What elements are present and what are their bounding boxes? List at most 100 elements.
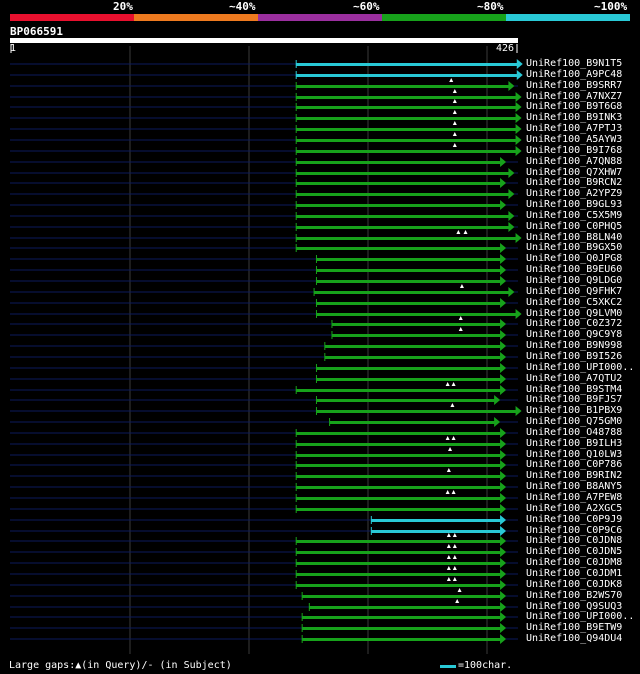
hit-label[interactable]: UniRef100_C5X5M9 <box>526 210 622 221</box>
hit-bar <box>309 606 502 609</box>
hit-label[interactable]: UniRef100_Q9FHK7 <box>526 286 622 297</box>
hit-label[interactable]: UniRef100_C0JDN5 <box>526 546 622 557</box>
hit-label[interactable]: UniRef100_B9EU60 <box>526 264 622 275</box>
query-gap-marker-icon <box>452 143 457 147</box>
hit-arrow-icon <box>508 168 515 178</box>
hit-label[interactable]: UniRef100_C0P9J9 <box>526 514 622 525</box>
hit-label[interactable]: UniRef100_B9SRR7 <box>526 80 622 91</box>
hit-label[interactable]: UniRef100_C0JDK8 <box>526 579 622 590</box>
hit-arrow-icon <box>500 178 507 188</box>
hit-arrow-icon <box>516 70 523 80</box>
hit-label[interactable]: UniRef100_A5AYW3 <box>526 134 622 145</box>
query-gap-marker-icon <box>455 599 460 603</box>
hit-arrow-icon <box>515 102 522 112</box>
hit-bar <box>302 595 502 598</box>
hit-bar <box>331 334 502 337</box>
hit-bar <box>316 367 502 370</box>
hit-arrow-icon <box>508 81 515 91</box>
query-gap-marker-icon <box>457 588 462 592</box>
hit-label[interactable]: UniRef100_B9I526 <box>526 351 622 362</box>
query-gap-marker-icon <box>452 544 457 548</box>
hit-label[interactable]: UniRef100_B1PBX9 <box>526 405 622 416</box>
scale-swatch <box>440 665 456 668</box>
hit-label[interactable]: UniRef100_Q94DU4 <box>526 633 622 644</box>
query-gap-marker-icon <box>456 230 461 234</box>
hit-arrow-icon <box>500 558 507 568</box>
hit-arrow-icon <box>500 450 507 460</box>
hit-bar <box>296 204 502 207</box>
hit-bar <box>296 182 502 185</box>
hit-label[interactable]: UniRef100_Q9C9Y8 <box>526 329 622 340</box>
hit-label[interactable]: UniRef100_C0PHQ5 <box>526 221 622 232</box>
hit-label[interactable]: UniRef100_C0JDM8 <box>526 557 622 568</box>
hit-label[interactable]: UniRef100_Q0JPG8 <box>526 253 622 264</box>
hit-label[interactable]: UniRef100_Q9LDG0 <box>526 275 622 286</box>
hit-label[interactable]: UniRef100_UPI000.. <box>526 362 634 373</box>
hit-arrow-icon <box>500 460 507 470</box>
hit-bar <box>296 193 510 196</box>
hit-label[interactable]: UniRef100_B9N998 <box>526 340 622 351</box>
hit-label[interactable]: UniRef100_A2XGC5 <box>526 503 622 514</box>
hit-label[interactable]: UniRef100_A7PTJ3 <box>526 123 622 134</box>
query-gap-marker-icon <box>458 316 463 320</box>
hit-bar <box>296 117 517 120</box>
query-gap-marker-icon <box>448 447 453 451</box>
query-gap-marker-icon <box>451 382 456 386</box>
hit-label[interactable]: UniRef100_B9ETW9 <box>526 622 622 633</box>
hit-label[interactable]: UniRef100_B9T6G8 <box>526 101 622 112</box>
hit-arrow-icon <box>500 602 507 612</box>
hit-label[interactable]: UniRef100_A7QN88 <box>526 156 622 167</box>
hit-label[interactable]: UniRef100_B9RCN2 <box>526 177 622 188</box>
hit-label[interactable]: UniRef100_B9FJS7 <box>526 394 622 405</box>
hit-label[interactable]: UniRef100_C0JDN8 <box>526 535 622 546</box>
hit-bar <box>296 63 518 66</box>
hit-arrow-icon <box>500 591 507 601</box>
hit-arrow-icon <box>515 146 522 156</box>
hit-bar <box>296 584 502 587</box>
hit-bar <box>296 85 510 88</box>
hit-label[interactable]: UniRef100_B9I768 <box>526 145 622 156</box>
hit-arrow-icon <box>515 309 522 319</box>
scale-label: =100char. <box>458 660 513 671</box>
hit-bar <box>316 302 502 305</box>
hit-bar <box>296 464 502 467</box>
hit-label[interactable]: UniRef100_O48788 <box>526 427 622 438</box>
hit-arrow-icon <box>500 612 507 622</box>
hit-arrow-icon <box>515 113 522 123</box>
hit-arrow-icon <box>500 352 507 362</box>
hit-bar <box>331 323 502 326</box>
query-gap-marker-icon <box>446 533 451 537</box>
hit-arrow-icon <box>500 623 507 633</box>
hit-arrow-icon <box>500 471 507 481</box>
hit-label[interactable]: UniRef100_Q75GM0 <box>526 416 622 427</box>
hit-arrow-icon <box>500 536 507 546</box>
hit-label[interactable]: UniRef100_B8ANY5 <box>526 481 622 492</box>
query-gap-marker-icon <box>452 110 457 114</box>
hit-bar <box>371 519 502 522</box>
query-gap-marker-icon <box>446 544 451 548</box>
hit-bar <box>296 562 502 565</box>
hit-label[interactable]: UniRef100_C0P786 <box>526 459 622 470</box>
hit-bar <box>296 497 502 500</box>
hit-bar <box>296 486 502 489</box>
hit-label[interactable]: UniRef100_B9GX50 <box>526 242 622 253</box>
hit-label[interactable]: UniRef100_B9INK3 <box>526 112 622 123</box>
hit-label[interactable]: UniRef100_C5XKC2 <box>526 297 622 308</box>
hit-label[interactable]: UniRef100_B2WS70 <box>526 590 622 601</box>
hit-label[interactable]: UniRef100_B9RIN2 <box>526 470 622 481</box>
hit-label[interactable]: UniRef100_C0JDM1 <box>526 568 622 579</box>
hit-label[interactable]: UniRef100_B9ILH3 <box>526 438 622 449</box>
hit-label[interactable]: UniRef100_C0Z372 <box>526 318 622 329</box>
hit-label[interactable]: UniRef100_A2YPZ9 <box>526 188 622 199</box>
hit-label[interactable]: UniRef100_A9PC48 <box>526 69 622 80</box>
hit-label[interactable]: UniRef100_A7QTU2 <box>526 373 622 384</box>
hit-arrow-icon <box>500 439 507 449</box>
hit-arrow-icon <box>494 395 501 405</box>
hit-label[interactable]: UniRef100_UPI000.. <box>526 611 634 622</box>
hit-bar <box>296 74 518 77</box>
hit-label[interactable]: UniRef100_B9N1T5 <box>526 58 622 69</box>
hit-label[interactable]: UniRef100_A7PEW8 <box>526 492 622 503</box>
hit-label[interactable]: UniRef100_B9GL93 <box>526 199 622 210</box>
hit-arrow-icon <box>515 92 522 102</box>
query-gap-marker-icon <box>446 555 451 559</box>
